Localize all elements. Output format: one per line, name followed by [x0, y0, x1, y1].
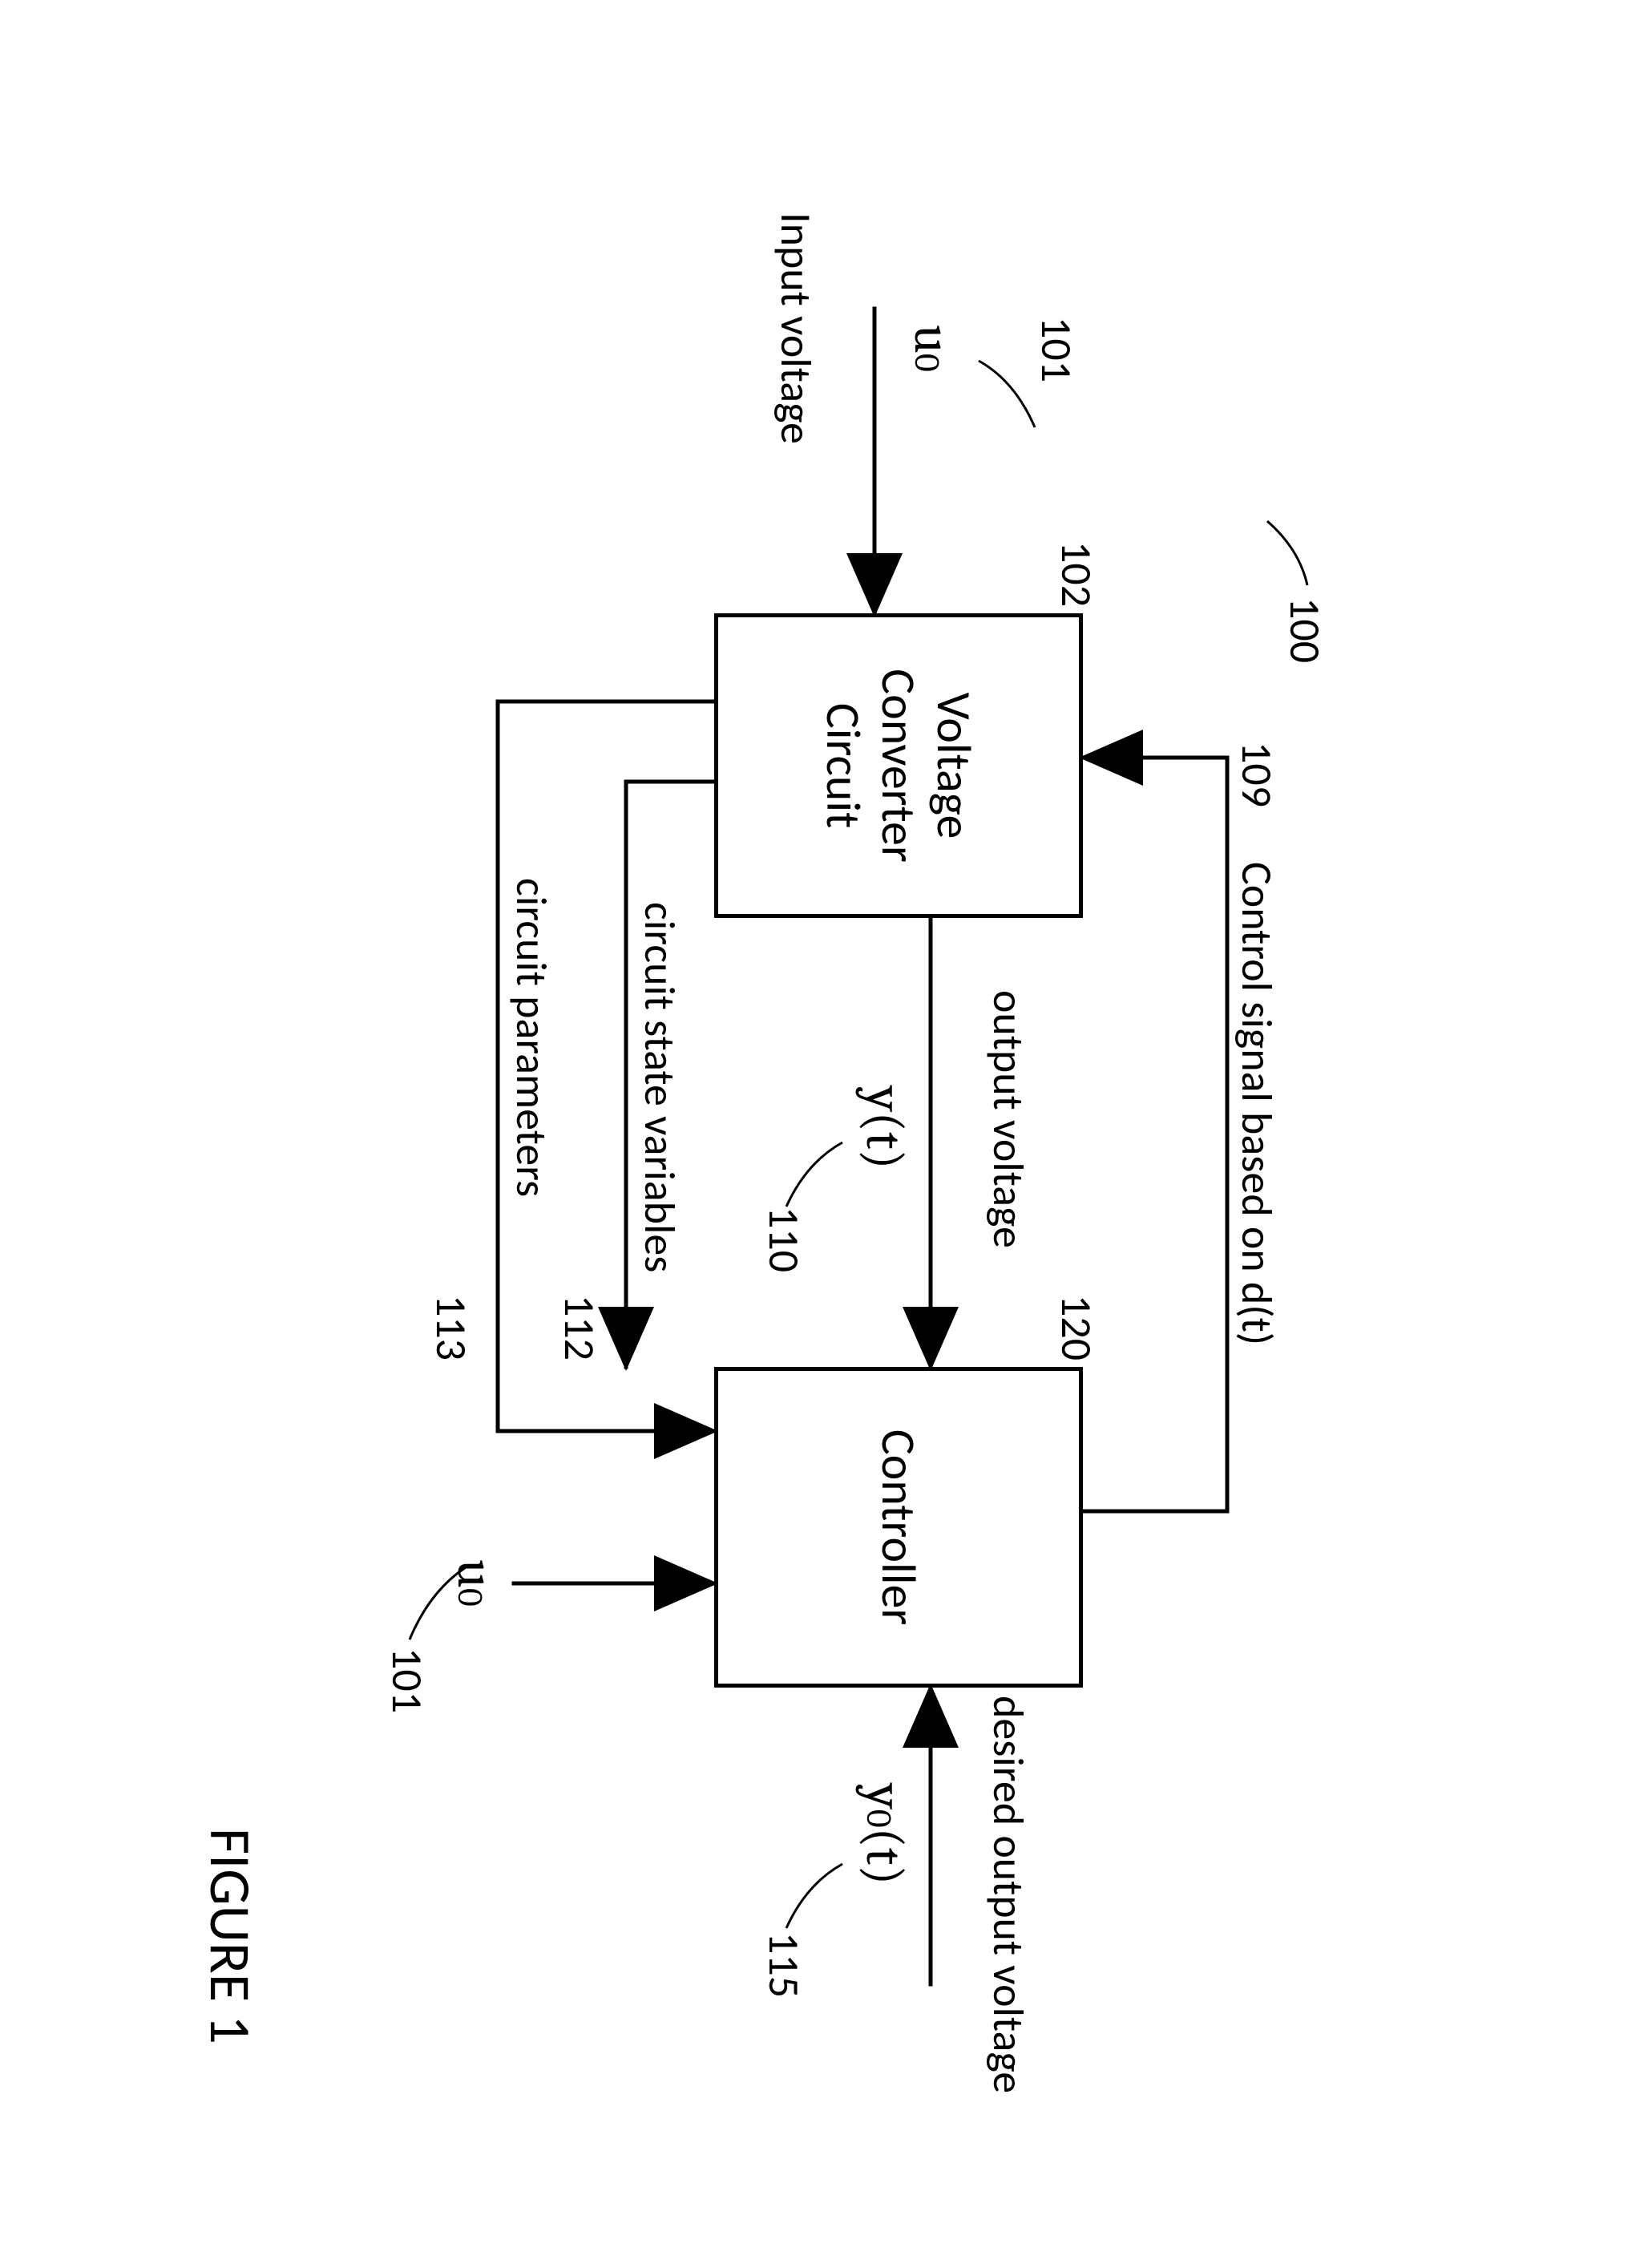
- vcc-line1: Voltage: [926, 692, 981, 839]
- ref-101a: 101: [1030, 317, 1083, 382]
- u0-symbol: u0: [902, 325, 963, 372]
- figure-label: FIGURE 1: [195, 1828, 265, 2044]
- vcc-line3: Circuit: [815, 702, 870, 828]
- ref-115: 115: [757, 1932, 810, 1998]
- control-signal-label: Control signal based on d(t): [1230, 862, 1283, 1345]
- ref-113: 113: [425, 1295, 478, 1360]
- voltage-converter-block: Voltage Converter Circuit: [714, 613, 1083, 918]
- yt-symbol: y(t): [854, 1086, 915, 1170]
- ref-102: 102: [1050, 541, 1103, 607]
- wiring-svg: [105, 84, 1548, 2169]
- ref-112: 112: [553, 1295, 606, 1360]
- u0-ctrl-symbol: u0: [445, 1559, 506, 1607]
- input-voltage-label: Input voltage: [769, 212, 822, 444]
- ref-109: 109: [1230, 742, 1283, 807]
- desired-output-label: desired output voltage: [982, 1696, 1035, 2093]
- ref-101b: 101: [381, 1648, 434, 1713]
- controller-block: Controller: [714, 1367, 1083, 1688]
- ref-120: 120: [1050, 1295, 1103, 1360]
- y0t-symbol: y0(t): [854, 1784, 915, 1885]
- vcc-line2: Converter: [870, 669, 926, 863]
- ref-110: 110: [757, 1207, 810, 1272]
- ref-100: 100: [1278, 597, 1331, 663]
- params-label: circuit parameters: [505, 878, 558, 1197]
- state-vars-label: circuit state variables: [633, 902, 686, 1272]
- controller-label: Controller: [870, 1429, 926, 1625]
- output-voltage-label: output voltage: [982, 990, 1035, 1248]
